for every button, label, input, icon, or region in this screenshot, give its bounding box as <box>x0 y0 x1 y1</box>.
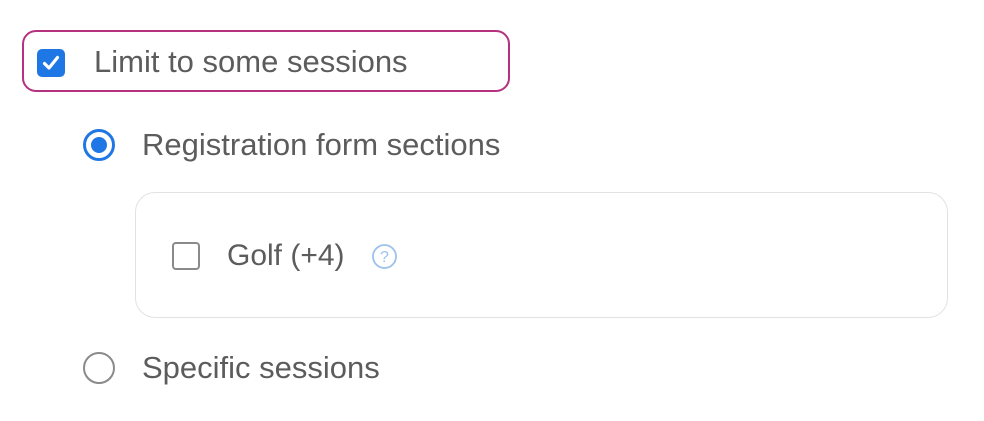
registration-sections-radio[interactable] <box>83 129 115 161</box>
specific-sessions-radio[interactable] <box>83 352 115 384</box>
sections-panel: Golf (+4) ? <box>135 192 948 318</box>
limit-sessions-label: Limit to some sessions <box>94 44 408 79</box>
section-golf-checkbox[interactable] <box>172 242 200 270</box>
checkmark-icon <box>42 55 60 70</box>
specific-sessions-label: Specific sessions <box>142 350 380 385</box>
question-mark-icon[interactable]: ? <box>371 243 398 270</box>
section-golf-label: Golf (+4) <box>227 239 345 272</box>
section-item-golf[interactable]: Golf (+4) ? <box>172 237 398 275</box>
registration-sections-label: Registration form sections <box>142 127 501 162</box>
radio-selected-dot <box>91 137 107 153</box>
limit-sessions-checkbox[interactable] <box>37 49 65 77</box>
limit-sessions-option[interactable]: Limit to some sessions <box>22 30 510 92</box>
specific-sessions-option[interactable]: Specific sessions <box>83 348 380 388</box>
svg-text:?: ? <box>380 249 389 266</box>
registration-sections-option[interactable]: Registration form sections <box>83 125 500 165</box>
